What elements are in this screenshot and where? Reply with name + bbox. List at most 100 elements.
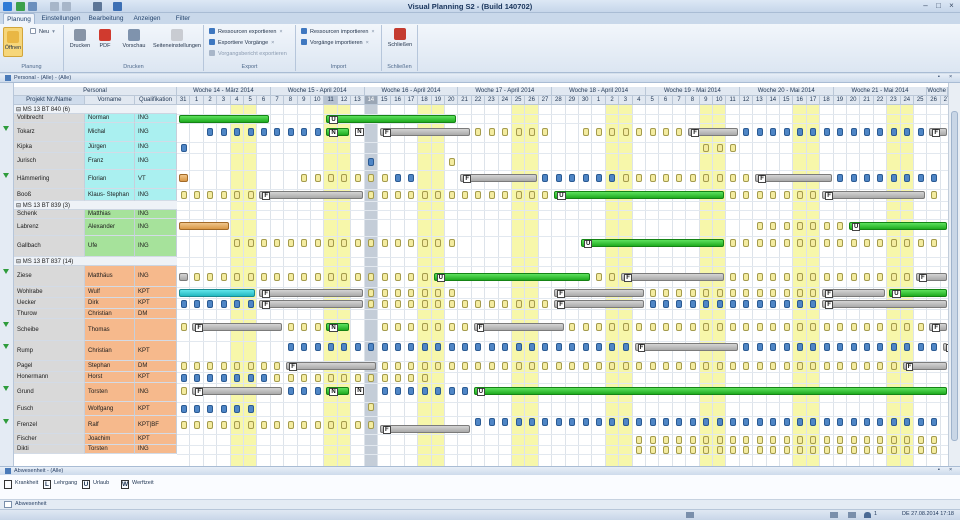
assignment-marker[interactable] <box>810 299 817 308</box>
shift-marker[interactable] <box>582 362 589 370</box>
assignment-marker[interactable] <box>461 387 468 395</box>
shift-marker[interactable] <box>180 191 187 199</box>
shift-marker[interactable] <box>863 239 870 247</box>
absence-bar[interactable]: F <box>259 288 363 298</box>
assignment-marker[interactable] <box>904 174 911 182</box>
shift-marker[interactable] <box>729 323 736 331</box>
shift-marker[interactable] <box>796 273 803 281</box>
absence-bar[interactable]: F <box>929 323 947 332</box>
shift-marker[interactable] <box>287 323 294 331</box>
shift-marker[interactable] <box>260 421 267 429</box>
shift-marker[interactable] <box>354 273 361 281</box>
shift-marker[interactable] <box>609 273 616 281</box>
shift-marker[interactable] <box>207 191 214 199</box>
assignment-marker[interactable] <box>609 418 616 426</box>
shift-marker[interactable] <box>595 362 602 370</box>
assignment-marker[interactable] <box>368 343 375 351</box>
assignment-marker[interactable] <box>917 418 924 426</box>
shift-marker[interactable] <box>863 273 870 281</box>
assignment-marker[interactable] <box>823 128 830 136</box>
shift-marker[interactable] <box>515 191 522 199</box>
shift-marker[interactable] <box>234 239 241 247</box>
assignment-marker[interactable] <box>810 343 817 351</box>
shift-marker[interactable] <box>810 222 817 230</box>
assignment-marker[interactable] <box>247 405 254 413</box>
absence-bar[interactable]: U <box>554 191 725 200</box>
shift-marker[interactable] <box>716 435 723 444</box>
assignment-marker[interactable] <box>287 387 294 395</box>
shift-marker[interactable] <box>435 288 442 297</box>
absence-bar[interactable] <box>179 174 189 182</box>
shift-marker[interactable] <box>435 362 442 370</box>
shift-marker[interactable] <box>193 421 200 429</box>
shift-marker[interactable] <box>743 435 750 444</box>
shift-marker[interactable] <box>515 128 522 136</box>
shift-marker[interactable] <box>649 128 656 136</box>
shift-marker[interactable] <box>354 421 361 429</box>
shift-marker[interactable] <box>502 299 509 308</box>
open-button[interactable]: Öffnen <box>3 27 23 57</box>
assignment-marker[interactable] <box>743 128 750 136</box>
assignment-marker[interactable] <box>783 128 790 136</box>
export-report-button[interactable]: Vorgangsbericht exportieren <box>209 50 287 57</box>
shift-marker[interactable] <box>448 157 455 166</box>
assignment-marker[interactable] <box>703 418 710 426</box>
shift-marker[interactable] <box>234 362 241 370</box>
name-cell[interactable]: Fusch <box>14 402 85 416</box>
assignment-marker[interactable] <box>662 418 669 426</box>
shift-marker[interactable] <box>502 362 509 370</box>
vertical-scrollbar[interactable] <box>948 83 960 466</box>
legend-close-icon[interactable]: × <box>949 467 952 473</box>
shift-marker[interactable] <box>716 288 723 297</box>
qualifikation-cell[interactable]: KPT <box>135 341 177 361</box>
shift-marker[interactable] <box>354 239 361 247</box>
expand-icon[interactable] <box>3 322 9 327</box>
qualifikation-cell[interactable]: ING <box>135 123 177 142</box>
shift-marker[interactable] <box>823 446 830 454</box>
shift-marker[interactable] <box>394 239 401 247</box>
assignment-marker[interactable] <box>260 128 267 136</box>
shift-marker[interactable] <box>234 191 241 199</box>
assignment-marker[interactable] <box>595 174 602 182</box>
assignment-marker[interactable] <box>756 299 763 308</box>
shift-marker[interactable] <box>877 446 884 454</box>
assignment-marker[interactable] <box>314 128 321 136</box>
name-cell[interactable]: Pagel <box>14 361 85 372</box>
shift-marker[interactable] <box>783 273 790 281</box>
shift-marker[interactable] <box>220 273 227 281</box>
shift-marker[interactable] <box>689 174 696 182</box>
shift-marker[interactable] <box>850 362 857 370</box>
shift-marker[interactable] <box>368 273 375 281</box>
shift-marker[interactable] <box>703 323 710 331</box>
assignment-marker[interactable] <box>676 299 683 308</box>
shift-marker[interactable] <box>301 374 308 382</box>
name-cell[interactable]: Booß <box>14 189 85 201</box>
assignment-marker[interactable] <box>890 128 897 136</box>
shift-marker[interactable] <box>810 273 817 281</box>
shift-marker[interactable] <box>890 273 897 281</box>
shift-marker[interactable] <box>394 299 401 308</box>
vorname-cell[interactable]: Joachim <box>85 434 135 445</box>
assignment-marker[interactable] <box>850 174 857 182</box>
vorname-cell[interactable]: Florian <box>85 170 135 189</box>
qualifikation-cell[interactable]: KPT <box>135 402 177 416</box>
shift-marker[interactable] <box>448 191 455 199</box>
shift-marker[interactable] <box>837 323 844 331</box>
expand-icon[interactable] <box>3 386 9 391</box>
shift-marker[interactable] <box>823 273 830 281</box>
new-button[interactable]: Neu ▾ <box>30 28 55 35</box>
assignment-marker[interactable] <box>408 387 415 395</box>
shift-marker[interactable] <box>555 362 562 370</box>
vorname-cell[interactable]: Matthäus <box>85 266 135 287</box>
name-cell[interactable]: Uecker <box>14 298 85 309</box>
shift-marker[interactable] <box>877 239 884 247</box>
shift-marker[interactable] <box>716 323 723 331</box>
shift-marker[interactable] <box>796 222 803 230</box>
shift-marker[interactable] <box>770 288 777 297</box>
export-processes-button[interactable]: Exportiere Vorgänge × <box>209 39 274 46</box>
shift-marker[interactable] <box>703 362 710 370</box>
assignment-marker[interactable] <box>314 343 321 351</box>
shift-marker[interactable] <box>515 299 522 308</box>
assignment-marker[interactable] <box>917 174 924 182</box>
shift-marker[interactable] <box>810 446 817 454</box>
